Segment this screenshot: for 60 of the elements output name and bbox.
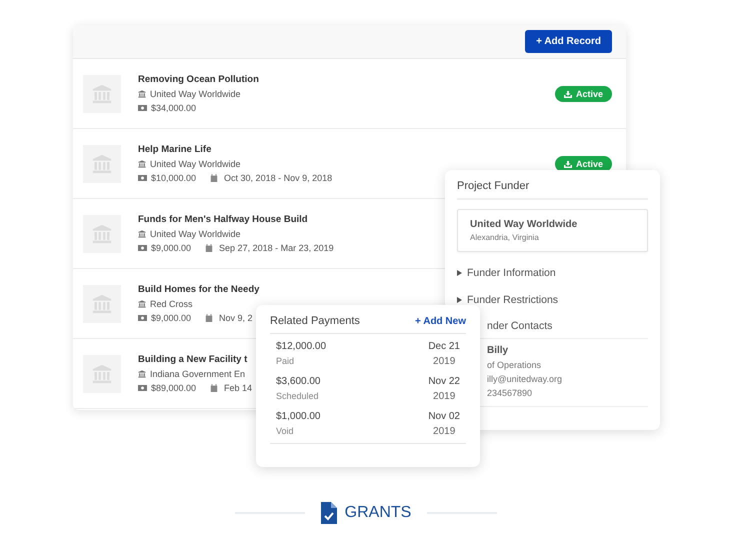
funder-section-toggle[interactable]: Funder Restrictions: [457, 294, 558, 306]
funder-summary[interactable]: United Way Worldwide Alexandria, Virginia: [457, 209, 648, 252]
card-title: Related Payments: [270, 315, 360, 327]
card-title: Project Funder: [457, 180, 648, 200]
bank-icon: [138, 370, 146, 378]
date-range: Oct 30, 2018 - Nov 9, 2018: [224, 173, 332, 183]
record-title[interactable]: Build Homes for the Needy: [138, 284, 260, 295]
contact-role: of Operations: [487, 360, 542, 370]
date-range: Feb 14: [224, 383, 252, 393]
payment-date: Nov 02: [428, 411, 460, 422]
contact-name: Billy: [487, 345, 510, 356]
payment-amount: $3,600.00: [276, 376, 320, 387]
calendar-icon: [205, 244, 214, 252]
bank-icon: [138, 230, 146, 238]
triangle-icon: [457, 270, 462, 276]
amount: $9,000.00: [151, 313, 192, 323]
cash-icon: [138, 315, 147, 321]
amount: $34,000.00: [151, 103, 196, 113]
funder-name: United Way Worldwide: [150, 159, 241, 169]
contact-phone: 234567890: [487, 388, 534, 398]
calendar-icon: [210, 384, 218, 392]
record-title[interactable]: Removing Ocean Pollution: [138, 74, 259, 85]
payment-status: Void: [276, 426, 295, 436]
cash-icon: [138, 245, 147, 251]
calendar-icon: [205, 314, 214, 322]
section-label: GRANTS: [344, 504, 412, 522]
payment-year: 2019: [433, 356, 456, 367]
payment-status: Paid: [276, 356, 296, 366]
document-check-icon: [320, 502, 337, 524]
contact-email: illy@unitedway.org: [487, 374, 564, 384]
payment-year: 2019: [433, 426, 456, 437]
amount: $9,000.00: [151, 243, 192, 253]
bank-icon: [138, 160, 146, 168]
payment-date: Nov 22: [428, 376, 460, 387]
payment-date: Dec 21: [428, 341, 460, 352]
calendar-icon: [210, 174, 218, 182]
record-title[interactable]: Help Marine Life: [138, 144, 332, 155]
payment-amount: $1,000.00: [276, 411, 320, 422]
record-title[interactable]: Funds for Men's Halfway House Build: [138, 214, 334, 225]
funder-name: United Way Worldwide: [150, 89, 241, 99]
record-title[interactable]: Building a New Facility t: [138, 354, 252, 365]
date-range: Nov 9, 2: [219, 313, 253, 323]
funder-name: United Way Worldwide: [150, 229, 241, 239]
cash-icon: [138, 385, 147, 391]
payment-status: Scheduled: [276, 391, 320, 401]
payment-amount: $12,000.00: [276, 341, 326, 352]
amount: $89,000.00: [151, 383, 196, 393]
triangle-icon: [457, 297, 462, 303]
status-badge: Active: [554, 86, 612, 102]
cash-icon: [138, 175, 147, 181]
payment-year: 2019: [433, 391, 456, 402]
date-range: Sep 27, 2018 - Mar 23, 2019: [219, 243, 334, 253]
funder-section-toggle[interactable]: Funder Information: [457, 267, 556, 279]
add-record-button[interactable]: + Add Record: [525, 30, 612, 53]
amount: $10,000.00: [151, 173, 196, 183]
bank-icon: [138, 90, 146, 98]
funder-name: Red Cross: [150, 299, 193, 309]
bank-icon: [138, 300, 146, 308]
cash-icon: [138, 105, 147, 111]
funder-name: Indiana Government En: [150, 369, 246, 379]
